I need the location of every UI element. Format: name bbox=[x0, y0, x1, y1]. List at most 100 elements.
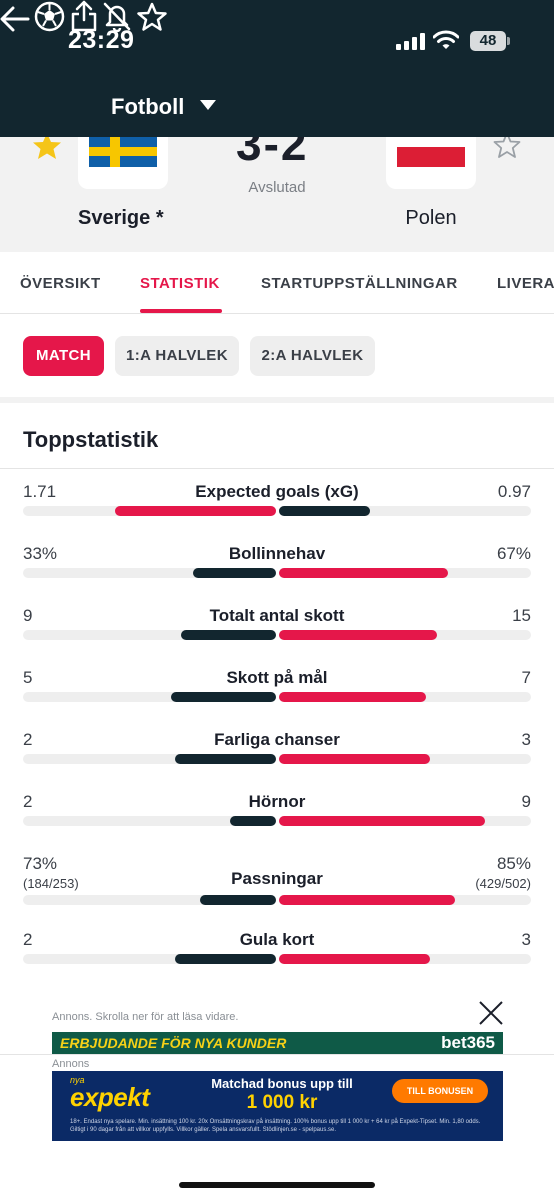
stat-name: Hörnor bbox=[248, 792, 306, 811]
home-favorite-star-icon[interactable] bbox=[31, 137, 63, 161]
tab-oversikt[interactable]: ÖVERSIKT bbox=[20, 275, 101, 292]
away-value: 3 bbox=[521, 930, 531, 949]
stat-row: 33% Bollinnehav 67% bbox=[0, 544, 554, 606]
away-value: 0.97 bbox=[497, 482, 531, 501]
section-separator bbox=[0, 397, 554, 403]
tab-livera[interactable]: LIVERA bbox=[497, 275, 554, 292]
ad-brand-logo: expekt bbox=[70, 1082, 150, 1112]
active-tab-indicator bbox=[140, 309, 222, 313]
home-bar bbox=[175, 754, 276, 764]
home-indicator bbox=[179, 1182, 375, 1188]
away-bar-track bbox=[279, 630, 531, 640]
home-value: 33% bbox=[23, 544, 58, 563]
stat-row: 9 Totalt antal skott 15 bbox=[0, 606, 554, 668]
status-bar: 23:29 48 bbox=[0, 0, 554, 80]
away-bar bbox=[279, 630, 437, 640]
away-bar-track bbox=[279, 895, 531, 905]
home-value: 9 bbox=[23, 606, 33, 625]
away-bar-track bbox=[279, 816, 531, 826]
home-team-flag bbox=[78, 137, 168, 189]
home-bar bbox=[115, 506, 276, 516]
home-bar-track bbox=[23, 506, 276, 516]
home-bar bbox=[171, 692, 276, 702]
away-value: 3 bbox=[521, 730, 531, 749]
divider bbox=[0, 468, 554, 469]
battery-tip bbox=[507, 37, 510, 45]
stat-name: Bollinnehav bbox=[228, 544, 326, 563]
home-bar bbox=[193, 568, 276, 578]
section-title: Toppstatistik bbox=[23, 427, 159, 452]
home-bar bbox=[200, 895, 276, 905]
clock: 23:29 bbox=[68, 26, 135, 54]
ad-fine-print: 18+. Endast nya spelare. Min. insättning… bbox=[70, 1119, 481, 1133]
ad-banner[interactable]: nya expekt Matchad bonus upp till 1 000 … bbox=[52, 1071, 503, 1141]
home-bar bbox=[181, 630, 276, 640]
match-status: Avslutad bbox=[248, 179, 306, 196]
away-subvalue: (429/502) bbox=[475, 876, 531, 891]
ad-banner-top[interactable]: ERBJUDANDE FÖR NYA KUNDER bet365 bbox=[52, 1032, 503, 1054]
stat-name: Totalt antal skott bbox=[209, 606, 345, 625]
away-bar-track bbox=[279, 692, 531, 702]
ad-top-text: ERBJUDANDE FÖR NYA KUNDER bbox=[60, 1035, 287, 1051]
cellular-signal-icon bbox=[396, 32, 426, 50]
stat-name: Expected goals (xG) bbox=[195, 482, 359, 501]
chip-first-half[interactable]: 1:A HALVLEK bbox=[115, 336, 239, 376]
stat-row: 5 Skott på mål 7 bbox=[0, 668, 554, 730]
away-bar bbox=[279, 506, 370, 516]
match-tabs: ÖVERSIKT STATISTIK STARTUPPSTÄLLNINGAR L… bbox=[0, 252, 554, 314]
home-bar-track bbox=[23, 568, 276, 578]
ad-notice: Annons. Skrolla ner för att läsa vidare. bbox=[52, 1011, 239, 1023]
stat-row: 2 Hörnor 9 bbox=[0, 792, 554, 854]
away-bar bbox=[279, 816, 485, 826]
away-value: 7 bbox=[521, 668, 531, 687]
home-bar-track bbox=[23, 954, 276, 964]
away-bar bbox=[279, 754, 430, 764]
home-team-name[interactable]: Sverige * bbox=[78, 207, 188, 230]
away-value: 67% bbox=[496, 544, 531, 563]
home-bar bbox=[230, 816, 276, 826]
period-selector: MATCH 1:A HALVLEK 2:A HALVLEK bbox=[0, 315, 554, 397]
away-bar-track bbox=[279, 754, 531, 764]
home-value: 2 bbox=[23, 792, 33, 811]
home-bar-track bbox=[23, 754, 276, 764]
away-bar-track bbox=[279, 954, 531, 964]
home-bar-track bbox=[23, 630, 276, 640]
away-team-flag bbox=[386, 137, 476, 189]
stat-name: Farliga chanser bbox=[214, 730, 340, 749]
away-bar bbox=[279, 692, 426, 702]
stat-row: 2 Farliga chanser 3 bbox=[0, 730, 554, 792]
tab-statistik[interactable]: STATISTIK bbox=[140, 275, 220, 292]
home-value: 2 bbox=[23, 930, 33, 949]
away-bar bbox=[279, 895, 455, 905]
away-bar bbox=[279, 568, 448, 578]
chip-second-half[interactable]: 2:A HALVLEK bbox=[250, 336, 375, 376]
close-icon[interactable] bbox=[478, 1000, 504, 1026]
stat-row: 2 Gula kort 3 bbox=[0, 930, 554, 992]
away-value: 9 bbox=[521, 792, 531, 811]
match-header: 3-2 Avslutad Sverige * Polen bbox=[0, 137, 554, 252]
away-value: 85% bbox=[496, 854, 531, 873]
away-bar bbox=[279, 954, 430, 964]
home-subvalue: (184/253) bbox=[23, 876, 79, 891]
match-score: 3-2 bbox=[236, 137, 309, 170]
ad-cta-button[interactable]: TILL BONUSEN bbox=[392, 1079, 488, 1103]
away-favorite-star-icon[interactable] bbox=[492, 137, 522, 159]
sport-selector[interactable]: Fotboll bbox=[111, 94, 184, 120]
stat-name: Skott på mål bbox=[226, 668, 328, 687]
home-bar-track bbox=[23, 692, 276, 702]
ad-amount: 1 000 kr bbox=[246, 1092, 318, 1113]
home-bar-track bbox=[23, 895, 276, 905]
top-bar: 23:29 48 Fotboll bbox=[0, 0, 554, 137]
home-value: 2 bbox=[23, 730, 33, 749]
away-value: 15 bbox=[512, 606, 531, 625]
ad-label: Annons bbox=[52, 1058, 90, 1070]
home-bar bbox=[175, 954, 276, 964]
away-bar-track bbox=[279, 568, 531, 578]
home-value: 73% bbox=[23, 854, 58, 873]
tab-startuppstallningar[interactable]: STARTUPPSTÄLLNINGAR bbox=[261, 275, 458, 292]
chevron-down-icon[interactable] bbox=[200, 100, 216, 110]
away-team-name[interactable]: Polen bbox=[386, 207, 476, 230]
chip-match[interactable]: MATCH bbox=[23, 336, 104, 376]
home-bar-track bbox=[23, 816, 276, 826]
home-value: 1.71 bbox=[23, 482, 57, 501]
